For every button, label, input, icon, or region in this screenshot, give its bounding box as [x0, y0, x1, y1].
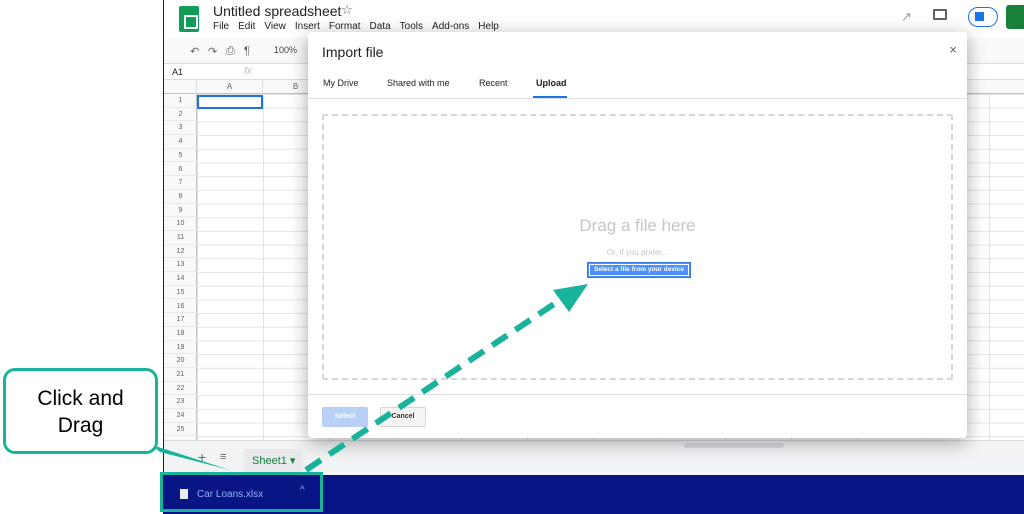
menu-insert[interactable]: Insert — [295, 21, 320, 32]
screenshot-stage: Untitled spreadsheet ☆ File Edit View In… — [0, 0, 1024, 514]
horizontal-scrollbar[interactable] — [684, 443, 784, 448]
explore-trend-icon[interactable]: ↗ — [901, 9, 912, 25]
close-icon[interactable]: × — [949, 42, 957, 57]
row-header[interactable]: 2 — [164, 108, 197, 122]
star-icon[interactable]: ☆ — [341, 2, 353, 18]
column-header-a[interactable]: A — [197, 80, 263, 94]
menu-edit[interactable]: Edit — [238, 21, 255, 32]
import-file-dialog: Import file × My Drive Shared with me Re… — [308, 32, 967, 438]
row-header[interactable]: 13 — [164, 258, 197, 273]
tab-my-drive[interactable]: My Drive — [323, 78, 359, 88]
row-header[interactable]: 24 — [164, 409, 197, 423]
row-header[interactable]: 15 — [164, 286, 197, 300]
menu-format[interactable]: Format — [329, 21, 361, 32]
selected-cell-a1[interactable] — [197, 95, 263, 109]
sheet-tab-label: Sheet1 — [252, 455, 287, 467]
row-header[interactable]: 14 — [164, 272, 197, 286]
present-button[interactable] — [968, 7, 998, 27]
menu-tools[interactable]: Tools — [400, 21, 423, 32]
row-header[interactable]: 1 — [164, 94, 197, 108]
print-icon[interactable]: ⎙ — [226, 45, 235, 58]
share-lock-button[interactable] — [1006, 5, 1024, 29]
paint-format-icon[interactable]: ¶ — [244, 45, 250, 57]
select-file-from-device-button[interactable]: Select a file from your device — [587, 262, 691, 278]
dialog-title: Import file — [322, 44, 384, 60]
menu-view[interactable]: View — [264, 21, 286, 32]
fx-icon: fx — [244, 66, 252, 77]
tab-upload[interactable]: Upload — [536, 78, 567, 88]
download-highlight-box — [160, 472, 323, 512]
menu-file[interactable]: File — [213, 21, 229, 32]
row-header[interactable]: 11 — [164, 231, 197, 245]
corner-header[interactable] — [164, 80, 197, 94]
callout-line-1: Click and — [37, 387, 124, 410]
row-header[interactable]: 18 — [164, 327, 197, 341]
row-header[interactable]: 5 — [164, 149, 197, 163]
drop-zone-heading: Drag a file here — [579, 216, 696, 235]
row-header[interactable]: 9 — [164, 204, 197, 218]
tab-recent[interactable]: Recent — [479, 78, 508, 88]
instruction-callout: Click and Drag — [3, 368, 158, 454]
row-header[interactable]: 20 — [164, 354, 197, 368]
row-header[interactable]: 16 — [164, 300, 197, 314]
callout-line-2: Drag — [57, 414, 104, 437]
sheets-logo-icon[interactable] — [179, 6, 199, 32]
sheet-tab-sheet1[interactable]: Sheet1 ▾ — [244, 449, 304, 473]
name-box[interactable]: A1 — [172, 67, 183, 77]
all-sheets-icon[interactable]: ≡ — [220, 451, 226, 463]
select-button[interactable]: Select — [322, 407, 368, 427]
zoom-select[interactable]: 100% — [274, 45, 297, 55]
drop-zone-subtext: Or, if you prefer... — [606, 248, 669, 257]
row-header[interactable]: 25 — [164, 423, 197, 437]
dialog-footer: Select Cancel — [308, 394, 967, 438]
row-header[interactable]: 19 — [164, 341, 197, 355]
menu-data[interactable]: Data — [370, 21, 391, 32]
menu-help[interactable]: Help — [478, 21, 499, 32]
row-headers: 1 2 3 4 5 6 7 8 9 10 11 12 13 14 15 16 17 18 19 20 21 22 23 24 2… — [164, 94, 197, 440]
row-header[interactable]: 7 — [164, 176, 197, 190]
row-header[interactable]: 21 — [164, 368, 197, 382]
row-header[interactable]: 3 — [164, 121, 197, 136]
menu-addons[interactable]: Add-ons — [432, 21, 469, 32]
document-title[interactable]: Untitled spreadsheet — [213, 3, 341, 19]
callout-text: Click and Drag — [6, 385, 155, 439]
row-header[interactable]: 12 — [164, 245, 197, 259]
dialog-tabs: My Drive Shared with me Recent Upload — [308, 71, 967, 99]
row-header[interactable]: 6 — [164, 163, 197, 177]
tab-shared-with-me[interactable]: Shared with me — [387, 78, 450, 88]
add-sheet-icon[interactable]: + — [198, 449, 206, 465]
row-header[interactable]: 10 — [164, 217, 197, 231]
row-header[interactable]: 8 — [164, 190, 197, 204]
redo-icon[interactable]: ↷ — [208, 45, 217, 58]
row-header[interactable]: 22 — [164, 382, 197, 396]
menu-bar: File Edit View Insert Format Data Tools … — [213, 21, 499, 32]
row-header[interactable]: 17 — [164, 313, 197, 327]
row-header[interactable]: 4 — [164, 135, 197, 149]
row-header[interactable]: 23 — [164, 395, 197, 410]
sheet-tabs-bar: + ≡ Sheet1 ▾ — [164, 440, 1024, 476]
file-drop-zone[interactable]: Drag a file here Or, if you prefer... Se… — [322, 114, 953, 380]
undo-icon[interactable]: ↶ — [190, 45, 199, 58]
comment-icon[interactable] — [933, 9, 947, 20]
cancel-button[interactable]: Cancel — [380, 407, 426, 427]
active-tab-indicator — [533, 96, 567, 98]
